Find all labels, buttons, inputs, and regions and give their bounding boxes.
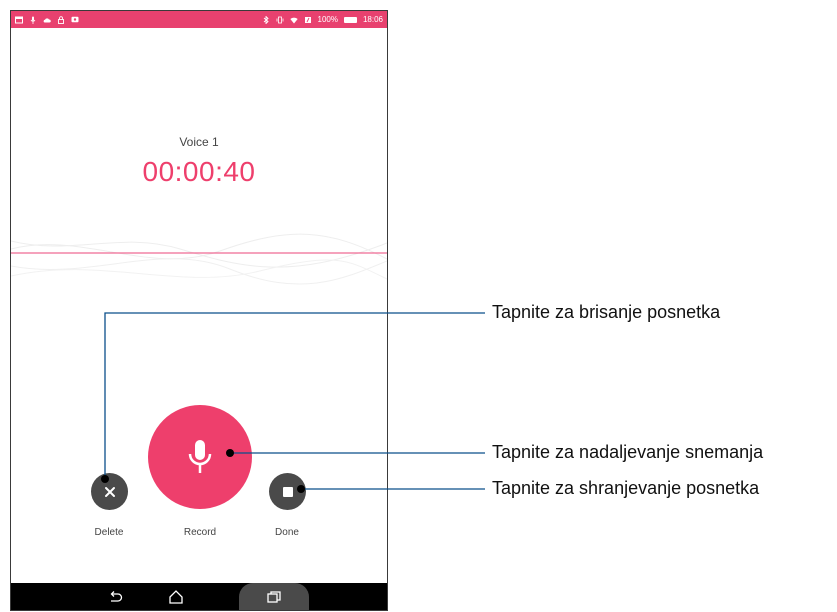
- status-bar-left: [15, 15, 79, 24]
- record-label: Record: [183, 527, 217, 538]
- lock-icon: [57, 15, 65, 24]
- home-button[interactable]: [161, 583, 191, 610]
- stop-icon: [282, 486, 293, 497]
- phone-screen: 100% 18:06 Voice 1 00:00:40 Delete Recor…: [10, 10, 388, 611]
- callout-record-text: Tapnite za nadaljevanje snemanja: [492, 442, 764, 462]
- microphone-icon: [188, 440, 212, 473]
- close-icon: [104, 486, 115, 497]
- delete-button[interactable]: [91, 473, 128, 510]
- battery-saver-icon: [304, 16, 312, 24]
- status-bar: 100% 18:06: [11, 11, 387, 28]
- record-button[interactable]: [148, 405, 252, 509]
- recording-timer: 00:00:40: [142, 156, 256, 187]
- status-bar-right: 100% 18:06: [262, 15, 383, 24]
- recents-icon: [267, 590, 281, 603]
- done-label: Done: [275, 527, 299, 538]
- battery-icon: [343, 16, 357, 23]
- battery-percent: 100%: [317, 15, 338, 24]
- waveform: [11, 233, 387, 285]
- bluetooth-icon: [262, 15, 270, 24]
- callout-done-text: Tapnite za shranjevanje posnetka: [492, 478, 760, 498]
- back-button[interactable]: [101, 583, 131, 610]
- chat-icon: [71, 16, 79, 24]
- mic-status-icon: [29, 16, 37, 24]
- back-icon: [110, 590, 123, 602]
- delete-label: Delete: [94, 527, 124, 538]
- recording-title: Voice 1: [179, 135, 219, 149]
- callout-delete-text: Tapnite za brisanje posnetka: [492, 302, 721, 322]
- notification-icon: [15, 16, 23, 24]
- cloud-icon: [43, 16, 51, 24]
- status-time: 18:06: [362, 15, 383, 24]
- done-button[interactable]: [269, 473, 306, 510]
- home-icon: [169, 589, 183, 604]
- recents-button[interactable]: [239, 583, 309, 610]
- navigation-bar: [11, 583, 387, 610]
- vibrate-icon: [276, 16, 284, 24]
- wifi-icon: [289, 16, 298, 24]
